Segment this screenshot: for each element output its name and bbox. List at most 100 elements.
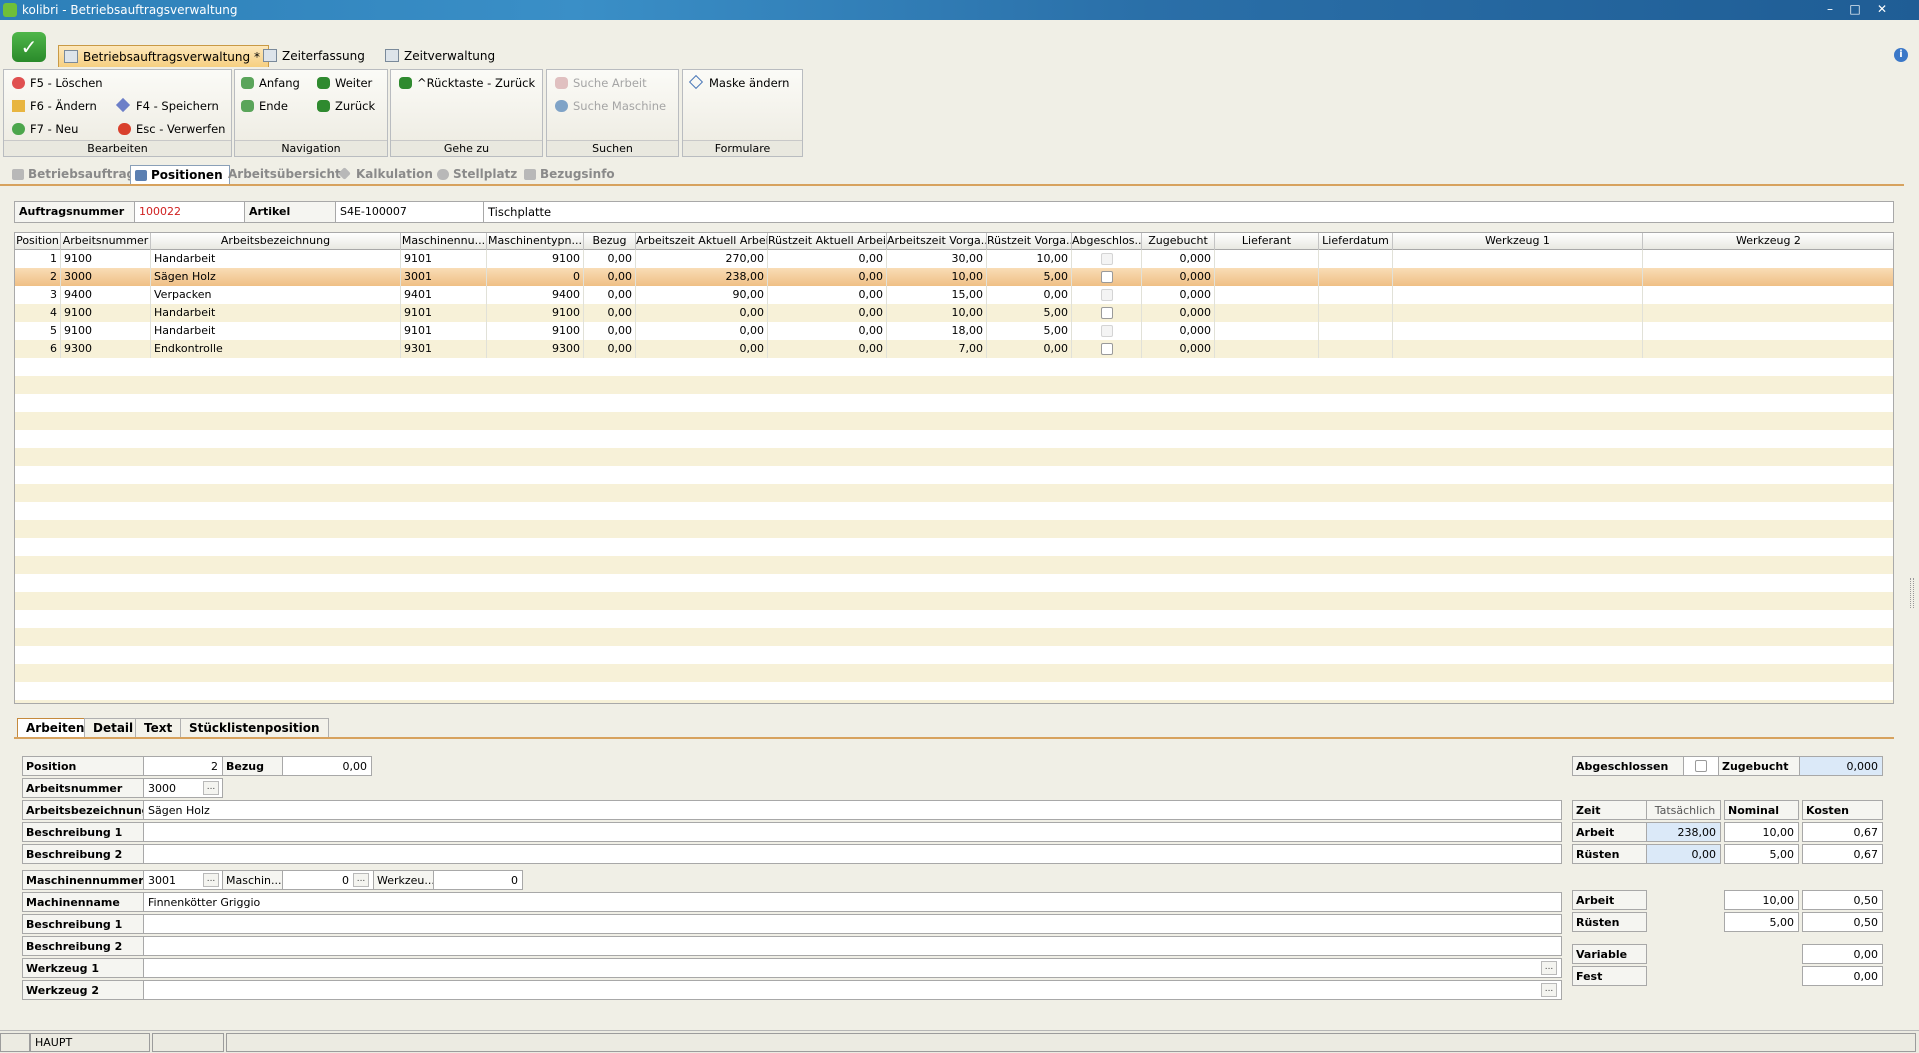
column-header-lieferdatum[interactable]: Lieferdatum bbox=[1319, 233, 1393, 250]
artikel-number-value[interactable]: S4E-100007 bbox=[335, 201, 484, 223]
variable-field[interactable]: 0,00 bbox=[1802, 944, 1883, 964]
tab-text[interactable]: Text bbox=[135, 718, 182, 737]
arbeit2-kosten[interactable]: 0,50 bbox=[1802, 890, 1883, 910]
suche-arbeit-button[interactable]: Suche Arbeit bbox=[553, 74, 647, 92]
grid-body[interactable]: 1 9100 Handarbeit 9101 9100 0,00 270,00 0,00 30,… bbox=[15, 250, 1893, 703]
beschreibung2-field[interactable] bbox=[143, 844, 1562, 864]
tab-arbeiten[interactable]: Arbeiten bbox=[17, 718, 94, 737]
weiter-button[interactable]: Weiter bbox=[315, 74, 372, 92]
zugebucht-field[interactable]: 0,000 bbox=[1799, 756, 1883, 776]
speichern-button[interactable]: F4 - Speichern bbox=[115, 97, 219, 115]
maschine-beschreibung1-label: Beschreibung 1 bbox=[22, 914, 144, 934]
arbeit-nominal[interactable]: 10,00 bbox=[1724, 822, 1799, 842]
cell-arbeitsnummer: 9300 bbox=[61, 340, 151, 358]
abgeschlossen-checkbox[interactable] bbox=[1101, 289, 1113, 301]
table-row[interactable]: 3 9400 Verpacken 9401 9400 0,00 90,00 0,00 15,00… bbox=[15, 286, 1893, 304]
table-row[interactable]: 5 9100 Handarbeit 9101 9100 0,00 0,00 0,00 18,00… bbox=[15, 322, 1893, 340]
abgeschlossen-checkbox[interactable] bbox=[1101, 343, 1113, 355]
suche-maschine-button[interactable]: Suche Maschine bbox=[553, 97, 666, 115]
machinenname-field[interactable]: Finnenkötter Griggio bbox=[143, 892, 1562, 912]
arbeit-kosten[interactable]: 0,67 bbox=[1802, 822, 1883, 842]
column-header-abgeschlossen[interactable]: Abgeschlos... bbox=[1072, 233, 1142, 250]
table-row[interactable]: 2 3000 Sägen Holz 3001 0 0,00 238,00 0,00 10,00 5… bbox=[15, 268, 1893, 286]
tab-positionen[interactable]: Positionen bbox=[130, 165, 230, 184]
tab-stellplatz[interactable]: Stellplatz bbox=[433, 165, 523, 184]
splitter-grip[interactable] bbox=[1910, 578, 1914, 608]
window-title: kolibri - Betriebsauftragsverwaltung bbox=[22, 3, 238, 17]
abgeschlossen-checkbox[interactable] bbox=[1101, 253, 1113, 265]
werkzeug2-lookup-button[interactable]: ... bbox=[1541, 983, 1557, 997]
loeschen-button[interactable]: F5 - Löschen bbox=[10, 74, 103, 92]
column-header-ruestzeit-aktuell[interactable]: Rüstzeit Aktuell Arbeit bbox=[768, 233, 887, 250]
column-header-arbeitszeit-aktuell[interactable]: Arbeitszeit Aktuell Arbeit bbox=[636, 233, 768, 250]
column-header-arbeitsnummer[interactable]: Arbeitsnummer bbox=[61, 233, 151, 250]
werkzeug1-lookup-button[interactable]: ... bbox=[1541, 961, 1557, 975]
zurueck-button[interactable]: Zurück bbox=[315, 97, 375, 115]
info-icon[interactable]: i bbox=[1894, 48, 1908, 62]
maschine-beschreibung1-field[interactable] bbox=[143, 914, 1562, 934]
fest-field[interactable]: 0,00 bbox=[1802, 966, 1883, 986]
arbeitsnummer-lookup-button[interactable]: ... bbox=[203, 781, 219, 795]
ruesten-kosten[interactable]: 0,67 bbox=[1802, 844, 1883, 864]
table-row[interactable]: 6 9300 Endkontrolle 9301 9300 0,00 0,00 0,00 7,0… bbox=[15, 340, 1893, 358]
column-header-ruestzeit-vorgabe[interactable]: Rüstzeit Vorga... bbox=[987, 233, 1072, 250]
ruesten-tatsaechlich[interactable]: 0,00 bbox=[1646, 844, 1721, 864]
maske-aendern-button[interactable]: Maske ändern bbox=[688, 74, 789, 92]
close-window-button[interactable]: ✕ bbox=[1872, 2, 1892, 17]
tab-detail[interactable]: Detail bbox=[84, 718, 143, 737]
tab-betriebsauftrag[interactable]: Betriebsauftrag bbox=[8, 165, 141, 184]
tab-kalkulation[interactable]: Kalkulation bbox=[336, 165, 439, 184]
abgeschlossen-label: Abgeschlossen bbox=[1572, 756, 1684, 776]
column-header-werkzeug1[interactable]: Werkzeug 1 bbox=[1393, 233, 1643, 250]
column-header-arbeitszeit-vorgabe[interactable]: Arbeitszeit Vorga... bbox=[887, 233, 987, 250]
minimize-button[interactable]: – bbox=[1820, 2, 1840, 17]
lower-tab-separator bbox=[14, 737, 1894, 739]
ruesten2-nominal[interactable]: 5,00 bbox=[1724, 912, 1799, 932]
table-row[interactable]: 1 9100 Handarbeit 9101 9100 0,00 270,00 0,00 30,… bbox=[15, 250, 1893, 268]
maximize-button[interactable]: □ bbox=[1845, 2, 1865, 17]
verwerfen-button[interactable]: Esc - Verwerfen bbox=[116, 120, 225, 138]
column-header-arbeitsbezeichnung[interactable]: Arbeitsbezeichnung bbox=[151, 233, 401, 250]
ende-button[interactable]: Ende bbox=[239, 97, 288, 115]
tab-bezugsinfo[interactable]: Bezugsinfo bbox=[520, 165, 621, 184]
ruesten-nominal[interactable]: 5,00 bbox=[1724, 844, 1799, 864]
maschinennummer-lookup-button[interactable]: ... bbox=[203, 873, 219, 887]
tab-arbeitsuebersicht[interactable]: Arbeitsübersicht bbox=[224, 165, 347, 184]
column-header-position[interactable]: Position bbox=[15, 233, 61, 250]
werkzeug2-field[interactable] bbox=[143, 980, 1562, 1000]
ruesten2-kosten[interactable]: 0,50 bbox=[1802, 912, 1883, 932]
maschinentyp-lookup-button[interactable]: ... bbox=[353, 873, 369, 887]
aendern-button[interactable]: F6 - Ändern bbox=[10, 97, 97, 115]
arbeitsbezeichnung-field[interactable]: Sägen Holz bbox=[143, 800, 1562, 820]
abgeschlossen-checkbox[interactable] bbox=[1101, 271, 1113, 283]
column-header-lieferant[interactable]: Lieferant bbox=[1215, 233, 1319, 250]
werkzeug1-field[interactable] bbox=[143, 958, 1562, 978]
ruecktaste-zurueck-button[interactable]: ^Rücktaste - Zurück bbox=[397, 74, 535, 92]
werkzeug-typ-field[interactable]: 0 bbox=[433, 870, 523, 890]
abgeschlossen-checkbox[interactable] bbox=[1101, 325, 1113, 337]
table-row[interactable]: 4 9100 Handarbeit 9101 9100 0,00 0,00 0,00 10,00… bbox=[15, 304, 1893, 322]
bezug-field[interactable]: 0,00 bbox=[282, 756, 372, 776]
column-header-maschinennummer[interactable]: Maschinennu... bbox=[401, 233, 487, 250]
anfang-button[interactable]: Anfang bbox=[239, 74, 300, 92]
column-header-zugebucht[interactable]: Zugebucht bbox=[1142, 233, 1215, 250]
position-field[interactable]: 2 bbox=[143, 756, 223, 776]
neu-button[interactable]: F7 - Neu bbox=[10, 120, 78, 138]
positions-grid[interactable]: Position Arbeitsnummer Arbeitsbezeichnung M… bbox=[14, 232, 1894, 704]
column-header-bezug[interactable]: Bezug bbox=[584, 233, 636, 250]
abgeschlossen-checkbox[interactable] bbox=[1695, 760, 1707, 772]
ribbon-tab-zeitverwaltung[interactable]: Zeitverwaltung bbox=[380, 45, 503, 67]
column-header-werkzeug2[interactable]: Werkzeug 2 bbox=[1643, 233, 1893, 250]
tab-stuecklistenposition[interactable]: Stücklistenposition bbox=[180, 718, 329, 737]
maschine-beschreibung2-field[interactable] bbox=[143, 936, 1562, 956]
beschreibung1-field[interactable] bbox=[143, 822, 1562, 842]
ribbon-tab-zeiterfassung[interactable]: Zeiterfassung bbox=[258, 45, 373, 67]
app-logo-icon[interactable]: ✓ bbox=[12, 32, 46, 62]
arbeit2-nominal[interactable]: 10,00 bbox=[1724, 890, 1799, 910]
abgeschlossen-checkbox[interactable] bbox=[1101, 307, 1113, 319]
arbeit-tatsaechlich[interactable]: 238,00 bbox=[1646, 822, 1721, 842]
auftragsnummer-value[interactable]: 100022 bbox=[134, 201, 245, 223]
column-header-maschinentypnummer[interactable]: Maschinentypn... bbox=[487, 233, 584, 250]
ribbon-tab-betriebsauftragsverwaltung[interactable]: Betriebsauftragsverwaltung * bbox=[58, 45, 269, 67]
artikel-name-value[interactable]: Tischplatte bbox=[483, 201, 1894, 223]
